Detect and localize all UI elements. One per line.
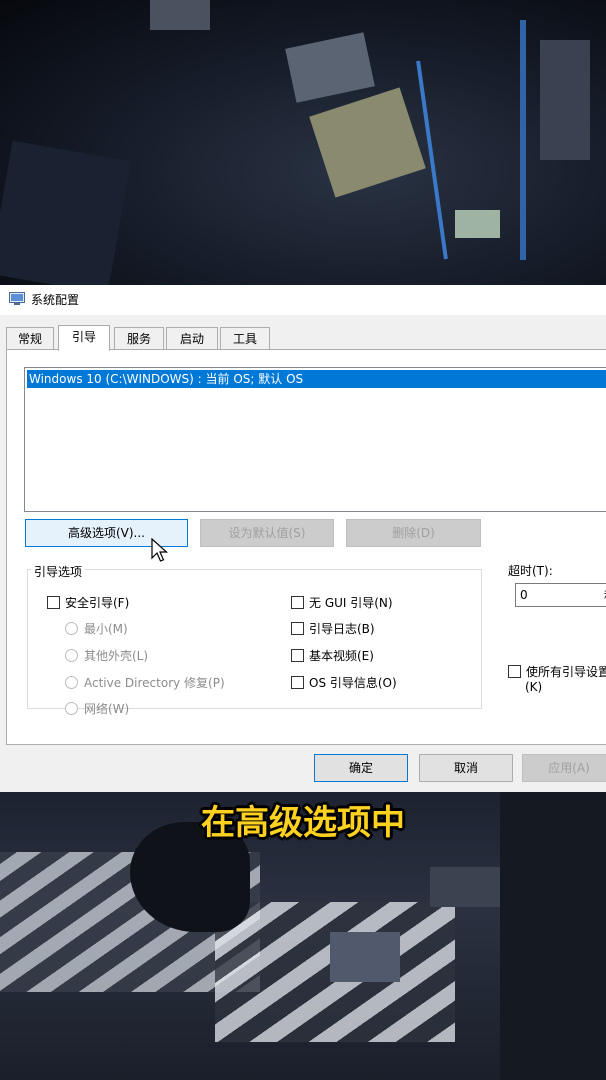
timeout-label: 超时(T):: [508, 564, 553, 578]
timeout-input[interactable]: 0: [515, 583, 606, 607]
network-radio[interactable]: 网络(W): [65, 700, 129, 717]
ok-button[interactable]: 确定: [314, 754, 408, 782]
base-video-checkbox[interactable]: 基本视频(E): [291, 647, 374, 664]
radio-icon: [65, 676, 78, 689]
radio-icon: [65, 649, 78, 662]
make-permanent-hotkey: (K): [525, 680, 543, 694]
make-permanent-checkbox[interactable]: 使所有引导设置: [508, 663, 606, 680]
tab-startup[interactable]: 启动: [166, 327, 218, 349]
tab-boot[interactable]: 引导: [58, 325, 110, 351]
boot-options-label: 引导选项: [31, 563, 86, 580]
checkbox-icon: [291, 622, 304, 635]
cancel-button[interactable]: 取消: [419, 754, 513, 782]
delete-button[interactable]: 删除(D): [346, 519, 481, 547]
boot-os-list[interactable]: Windows 10 (C:\WINDOWS) : 当前 OS; 默认 OS: [24, 367, 606, 512]
apply-button[interactable]: 应用(A): [522, 754, 606, 782]
tab-tools[interactable]: 工具: [220, 327, 270, 349]
radio-icon: [65, 622, 78, 635]
system-config-dialog: 系统配置 常规 引导 服务 启动 工具 Windows 10 (C:\WINDO…: [0, 285, 606, 792]
title-bar[interactable]: 系统配置: [0, 285, 606, 315]
os-list-item[interactable]: Windows 10 (C:\WINDOWS) : 当前 OS; 默认 OS: [27, 370, 606, 388]
checkbox-icon: [291, 649, 304, 662]
checkbox-icon: [47, 596, 60, 609]
background-top-image: [0, 0, 606, 285]
boot-log-checkbox[interactable]: 引导日志(B): [291, 620, 375, 637]
ad-repair-radio[interactable]: Active Directory 修复(P): [65, 674, 225, 691]
checkbox-icon: [508, 665, 521, 678]
checkbox-icon: [291, 676, 304, 689]
boot-tab-panel: Windows 10 (C:\WINDOWS) : 当前 OS; 默认 OS 高…: [6, 349, 606, 745]
mouse-pointer-icon: [151, 538, 169, 562]
os-boot-info-checkbox[interactable]: OS 引导信息(O): [291, 674, 397, 691]
minimal-radio[interactable]: 最小(M): [65, 620, 128, 637]
checkbox-icon: [291, 596, 304, 609]
alternate-shell-radio[interactable]: 其他外壳(L): [65, 647, 148, 664]
safe-boot-checkbox[interactable]: 安全引导(F): [47, 594, 129, 611]
set-default-button[interactable]: 设为默认值(S): [200, 519, 334, 547]
window-title: 系统配置: [31, 293, 80, 307]
tab-general[interactable]: 常规: [6, 327, 54, 349]
tab-services[interactable]: 服务: [114, 327, 164, 349]
video-caption: 在高级选项中: [201, 803, 405, 843]
system-config-icon: [9, 292, 25, 305]
radio-icon: [65, 702, 78, 715]
no-gui-boot-checkbox[interactable]: 无 GUI 引导(N): [291, 594, 393, 611]
